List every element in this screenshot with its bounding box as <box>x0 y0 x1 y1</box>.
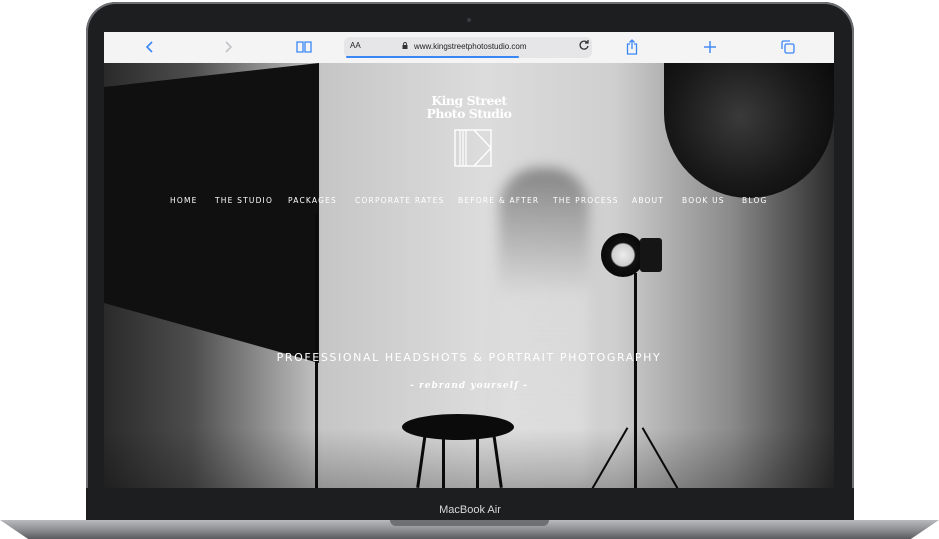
nav-item-packages[interactable]: PACKAGES <box>288 196 337 205</box>
nav-item-home[interactable]: HOME <box>170 196 198 205</box>
nav-item-the-studio[interactable]: THE STUDIO <box>215 196 273 205</box>
share-icon <box>626 39 638 55</box>
hero-photo: King Street Photo Studio HOME THE STUDIO… <box>104 63 834 488</box>
strobe-light <box>601 233 645 277</box>
back-button[interactable] <box>140 37 160 57</box>
nav-item-corporate-rates[interactable]: CORPORATE RATES <box>355 196 444 205</box>
tabs-icon <box>781 40 795 54</box>
browser-toolbar: AA www.kingstreetphotostudio.com <box>104 32 834 64</box>
chevron-left-icon <box>145 41 153 53</box>
brand-line-2: Photo Studio <box>426 106 512 121</box>
plus-icon <box>704 41 716 53</box>
lock-icon <box>402 42 408 49</box>
camera-dot <box>467 18 471 22</box>
strobe-body <box>640 238 662 272</box>
new-tab-button[interactable] <box>700 37 720 57</box>
softbox-photo-element <box>104 63 319 363</box>
url-text: www.kingstreetphotostudio.com <box>414 42 527 51</box>
reload-button[interactable] <box>578 39 590 54</box>
device-model-label: MacBook Air <box>439 504 501 516</box>
book-icon <box>296 41 312 53</box>
forward-button[interactable] <box>218 37 238 57</box>
page-load-progress <box>346 56 519 58</box>
laptop-opening-notch <box>390 520 549 526</box>
nav-item-blog[interactable]: BLOG <box>742 196 768 205</box>
share-button[interactable] <box>622 37 642 57</box>
beauty-dish-photo-element <box>664 63 834 198</box>
hero-tagline: - rebrand yourself - <box>410 381 528 391</box>
nav-item-book-us[interactable]: BOOK US <box>682 196 725 205</box>
k-monogram-icon <box>454 129 492 167</box>
nav-item-about[interactable]: ABOUT <box>632 196 664 205</box>
chevron-right-icon <box>225 41 233 53</box>
address-bar[interactable]: AA www.kingstreetphotostudio.com <box>344 37 592 58</box>
nav-item-before-after[interactable]: BEFORE & AFTER <box>458 196 539 205</box>
studio-logo[interactable]: King Street Photo Studio <box>404 94 534 120</box>
floor-shadow <box>104 428 834 488</box>
text-size-button[interactable]: AA <box>350 41 361 50</box>
nav-item-the-process[interactable]: THE PROCESS <box>553 196 619 205</box>
main-navigation: HOME THE STUDIO PACKAGES CORPORATE RATES… <box>104 196 834 210</box>
reload-icon <box>579 40 589 50</box>
laptop-screen: AA www.kingstreetphotostudio.com King St… <box>104 32 834 488</box>
bookmarks-button[interactable] <box>294 37 314 57</box>
hero-headline: PROFESSIONAL HEADSHOTS & PORTRAIT PHOTOG… <box>276 351 662 364</box>
tabs-overview-button[interactable] <box>778 37 798 57</box>
